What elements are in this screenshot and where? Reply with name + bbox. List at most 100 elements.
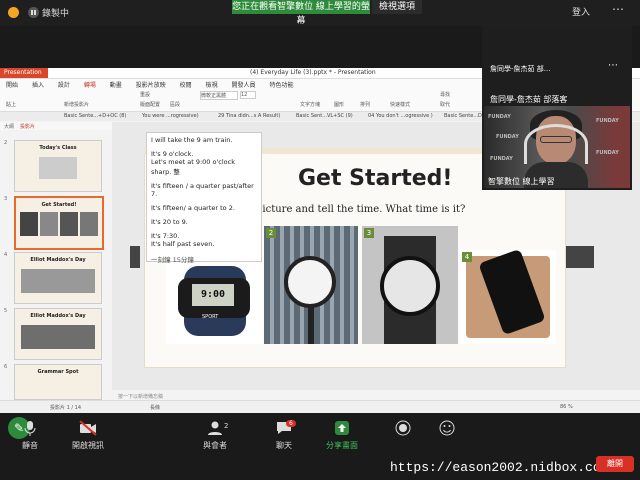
menu-item-home[interactable]: 開始 xyxy=(6,80,18,89)
glasses xyxy=(540,136,572,143)
slide-thumbnail[interactable]: Grammar Spot xyxy=(14,364,102,400)
wall-text: FUNDAY xyxy=(496,134,519,140)
menu-item-insert[interactable]: 插入 xyxy=(32,80,44,89)
doc-tab[interactable]: You were ...rogressive) xyxy=(142,113,199,119)
slide-thumbnail-selected[interactable]: Get Started! xyxy=(14,196,104,250)
menu-item-design[interactable]: 設計 xyxy=(58,80,70,89)
find-button[interactable]: 尋找 xyxy=(440,91,450,98)
record-icon xyxy=(395,420,411,436)
tab-outline[interactable]: 大綱 xyxy=(4,123,14,130)
thumb-number: 5 xyxy=(4,308,8,314)
menu-item-review[interactable]: 校閱 xyxy=(180,80,192,89)
status-bar: 投影片 1 / 14 長條 86 % xyxy=(0,400,640,413)
thumb-number: 4 xyxy=(4,252,8,258)
slide-title[interactable]: Get Started! xyxy=(298,166,452,191)
thumb-title: Today's Class xyxy=(39,145,77,151)
participants-icon xyxy=(208,421,222,435)
leave-meeting-button[interactable]: 離開 xyxy=(596,456,634,472)
video-label: 開啟視訊 xyxy=(72,441,104,450)
layout-button[interactable]: 版面配置 xyxy=(140,101,160,108)
photo-street-clock[interactable]: 2 xyxy=(264,226,540,464)
replace-button[interactable]: 取代 xyxy=(440,101,450,108)
share-screen-icon xyxy=(335,421,349,435)
share-label: 分享畫面 xyxy=(326,441,358,450)
thumb-number: 6 xyxy=(4,364,8,370)
doc-tab[interactable]: 29 Tina didn...s A Result) xyxy=(218,113,280,119)
url-watermark: https://eason2002.nidbox.com xyxy=(390,460,609,475)
photo-phone[interactable] xyxy=(460,248,556,344)
thumb-image xyxy=(39,157,77,179)
share-screen-button[interactable]: 分享畫面 xyxy=(322,420,362,451)
menu-item-features[interactable]: 特色功能 xyxy=(269,80,293,89)
photo-tower-clock[interactable] xyxy=(362,226,458,344)
slide-thumbnail[interactable]: Today's Class xyxy=(14,140,102,192)
section-button[interactable]: 區段 xyxy=(170,101,180,108)
view-options-button[interactable]: 檢視選項 xyxy=(372,0,422,14)
mute-button[interactable]: 靜音 xyxy=(16,420,44,451)
textbox-button[interactable]: 文字方塊 xyxy=(300,101,320,108)
notes-placeholder[interactable]: 按一下以新增備忘稿 xyxy=(118,393,163,400)
wall-text: FUNDAY xyxy=(596,150,619,156)
microphone-icon xyxy=(24,421,36,436)
menu-item-developer[interactable]: 開發人員 xyxy=(232,80,256,89)
doc-tab[interactable]: Basic Sente...+D+OC (8) xyxy=(64,113,126,119)
tab-slides[interactable]: 投影片 xyxy=(20,123,35,130)
mute-label: 靜音 xyxy=(22,441,38,450)
watch-brand: SPORT xyxy=(202,314,219,320)
more-options-icon[interactable]: ⋯ xyxy=(612,2,624,16)
new-slide-button[interactable]: 新增投影片 xyxy=(64,101,89,108)
quick-style-button[interactable]: 快速樣式 xyxy=(390,101,410,108)
reset-button[interactable]: 重設 xyxy=(140,91,150,98)
reactions-button[interactable] xyxy=(434,420,460,440)
chat-label: 聊天 xyxy=(276,441,292,450)
menu-item-view[interactable]: 檢視 xyxy=(206,80,218,89)
chat-unread-badge: 6 xyxy=(286,420,296,427)
slide-right-tab xyxy=(566,246,594,268)
slide-thumbnail[interactable]: Elliot Maddox's Day xyxy=(14,308,102,360)
doc-tab[interactable]: 04 You don't ...ogressive ) xyxy=(368,113,433,119)
thumb-title: Grammar Spot xyxy=(37,369,79,375)
shapes-button[interactable]: 圖形 xyxy=(334,101,344,108)
pause-recording-icon[interactable] xyxy=(28,7,39,18)
record-button[interactable] xyxy=(390,420,416,440)
video-more-icon[interactable]: ⋯ xyxy=(608,60,618,71)
slide-thumbnail[interactable]: Elliot Maddox's Day xyxy=(14,252,102,304)
font-select[interactable]: 微軟正黑體 xyxy=(200,91,238,100)
note-line: It's fifteen / a quarter past/after 7. xyxy=(151,182,254,198)
thumb-image xyxy=(21,269,95,293)
thumb-image xyxy=(80,212,98,236)
wall-text: FUNDAY xyxy=(596,118,619,124)
recording-label: 錄製中 xyxy=(42,9,70,19)
thumb-title: Elliot Maddox's Day xyxy=(30,313,86,319)
photo-watch[interactable]: 9:00 SPORT xyxy=(166,262,262,344)
start-video-button[interactable]: 開啟視訊 xyxy=(70,420,106,451)
wall-text: FUNDAY xyxy=(488,114,511,120)
slide-instruction[interactable]: picture and tell the time. What time is … xyxy=(256,204,465,215)
slide-thumbnails: 2 Today's Class 3 Get Started! 4 Elliot … xyxy=(0,130,108,400)
zoom-level[interactable]: 86 % xyxy=(560,404,573,410)
menu-item-animations[interactable]: 動畫 xyxy=(110,80,122,89)
thumb-image xyxy=(20,212,38,236)
note-line: It's 20 to 9. xyxy=(151,218,188,226)
note-line: I will take the 9 am train. xyxy=(151,136,233,144)
login-button[interactable]: 登入 xyxy=(572,5,590,18)
slide-counter: 投影片 1 / 14 xyxy=(50,405,81,411)
thumb-image xyxy=(40,212,58,236)
slide-left-tab xyxy=(130,246,140,268)
arrange-button[interactable]: 排列 xyxy=(360,101,370,108)
menu-item-slideshow[interactable]: 投影片放映 xyxy=(136,80,166,89)
recording-icon xyxy=(8,7,19,18)
photo-badge-2: 2 xyxy=(266,228,276,238)
app-badge[interactable]: Presentation xyxy=(0,68,48,78)
note-line: It's 7:30. xyxy=(151,232,180,240)
doc-tab[interactable]: Basic Sent...VL+SC (9) xyxy=(296,113,353,119)
photo-badge-4: 4 xyxy=(462,252,472,262)
paste-button[interactable]: 貼上 xyxy=(6,101,16,108)
font-size-select[interactable]: 12 xyxy=(240,91,256,99)
notes-overlay[interactable]: I will take the 9 am train. It's 9 o'clo… xyxy=(146,132,262,264)
document-title: (4) Everyday Life (3).pptx * - Presentat… xyxy=(250,69,376,76)
note-line: 一刻鐘 15分鐘 xyxy=(151,256,194,264)
watch-display: 9:00 xyxy=(192,284,234,306)
headset xyxy=(524,124,588,164)
video-caption: 智擎數位 線上學習 xyxy=(488,177,555,186)
